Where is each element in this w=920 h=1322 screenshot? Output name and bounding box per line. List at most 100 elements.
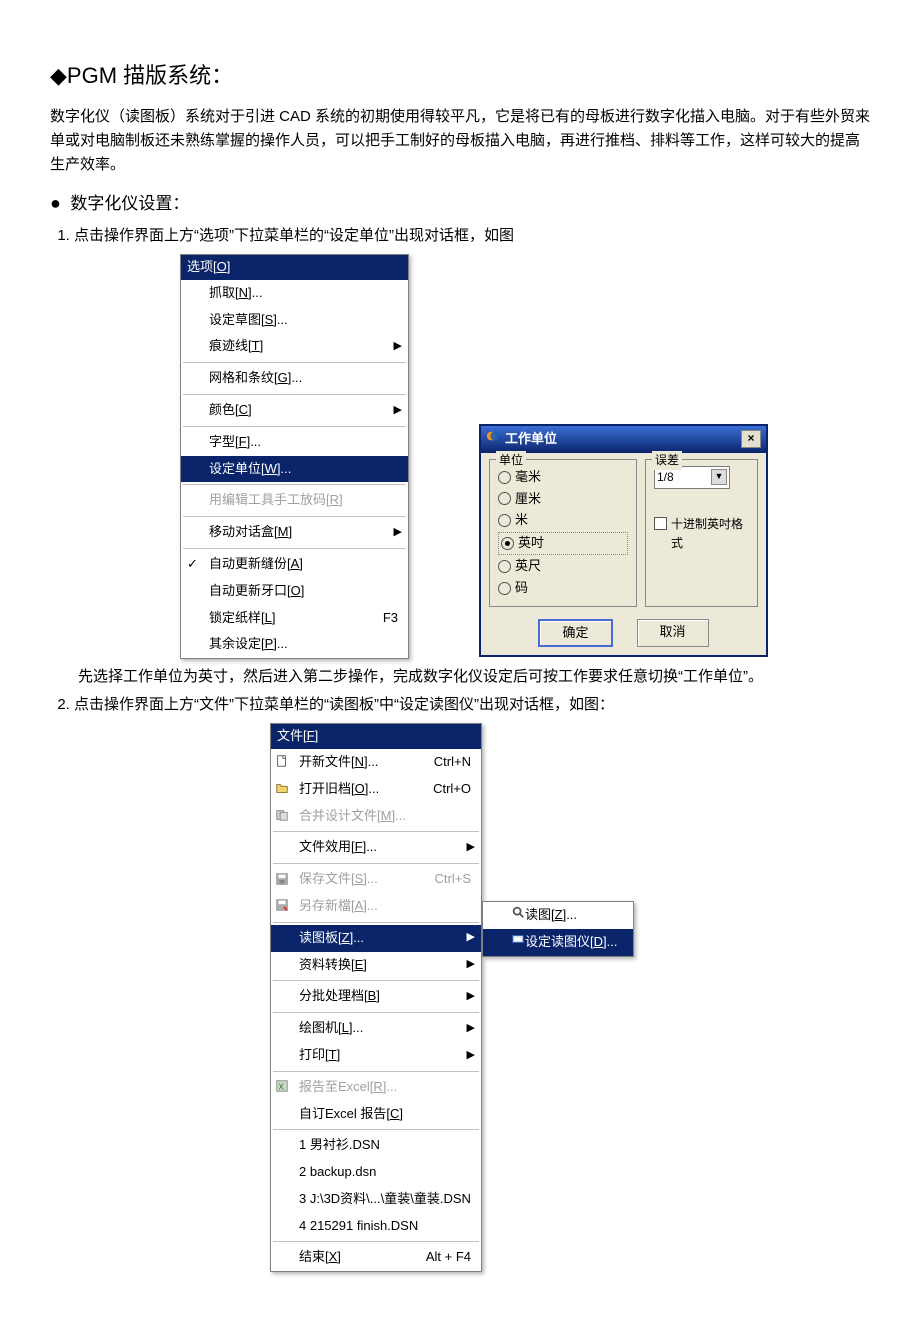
step1-note: 先选择工作单位为英寸，然后进入第二步操作，完成数字化仪设定后可按工作要求任意切换… [78, 665, 870, 689]
menu-item[interactable]: 2 backup.dsn [271, 1159, 481, 1186]
unit-radio[interactable]: 英吋 [498, 532, 628, 555]
menu-item-label: 结束[X] [299, 1247, 341, 1268]
file-menu-title[interactable]: 文件[F] [271, 724, 481, 749]
menu-item-label: 2 backup.dsn [299, 1162, 376, 1183]
menu-item-label: 资料转换[E] [299, 955, 367, 976]
saveas-icon [275, 898, 291, 914]
menu-item[interactable]: 设定单位[W]... [181, 456, 408, 483]
menu-item[interactable]: 分批处理档[B]▶ [271, 983, 481, 1010]
work-unit-dialog: 工作单位 × 单位 毫米厘米米英吋英尺码 误差 1/8 ▼ 十进制英吋格式 [479, 424, 768, 657]
menu-item[interactable]: 移动对话盒[M]▶ [181, 519, 408, 546]
menu-shortcut: Alt + F4 [426, 1247, 471, 1268]
step2: 点击操作界面上方“文件”下拉菜单栏的“读图板”中“设定读图仪”出现对话框，如图： [74, 693, 870, 717]
radio-icon [498, 514, 511, 527]
menu-item[interactable]: 资料转换[E]▶ [271, 952, 481, 979]
menu-item-label: 抓取[N]... [209, 283, 262, 304]
subheading-text: 数字化仪设置： [70, 194, 189, 213]
menu-item[interactable]: 设定草图[S]... [181, 307, 408, 334]
menu-item[interactable]: 4 215291 finish.DSN [271, 1213, 481, 1240]
merge-icon [275, 808, 291, 824]
unit-radio[interactable]: 米 [498, 510, 628, 531]
dialog-icon [486, 429, 500, 450]
menu-item-label: 网格和条纹[G]... [209, 368, 302, 389]
menu-item[interactable]: 痕迹线[T] ▶ [181, 333, 408, 360]
menu-shortcut: F3 [383, 608, 398, 629]
menu-item-label: 自动更新牙口[O] [209, 581, 304, 602]
dialog-titlebar: 工作单位 × [481, 426, 766, 453]
menu-item[interactable]: 打开旧档[O]... Ctrl+O [271, 776, 481, 803]
dialog-title: 工作单位 [505, 429, 557, 450]
check-icon: ✓ [187, 554, 198, 575]
menu-item-label: 另存新檔[A]... [299, 896, 378, 917]
unit-radio[interactable]: 厘米 [498, 489, 628, 510]
close-icon[interactable]: × [741, 430, 761, 448]
menu-item[interactable]: 结束[X] Alt + F4 [271, 1244, 481, 1271]
menu-item-label: 字型[F]... [209, 432, 261, 453]
menu-item[interactable]: 读图板[Z]... ▶ [271, 925, 481, 952]
unit-label: 厘米 [515, 489, 541, 510]
menu-item[interactable]: 绘图机[L]...▶ [271, 1015, 481, 1042]
subheading: ● 数字化仪设置： [50, 189, 870, 218]
menu-item[interactable]: 锁定纸样[L] F3 [181, 605, 408, 632]
digitizer-submenu: 读图[Z]... 设定读图仪[D]... [482, 901, 634, 957]
error-group: 误差 1/8 ▼ 十进制英吋格式 [645, 459, 758, 607]
menu-item-label: 3 J:\3D资料\...\童装\童装.DSN [299, 1189, 471, 1210]
submenu-arrow-icon: ▶ [394, 402, 402, 420]
submenu-arrow-icon: ▶ [467, 839, 475, 857]
menu-item-label: 合并设计文件[M]... [299, 806, 406, 827]
menu-item[interactable]: 自订Excel 报告[C] [271, 1101, 481, 1128]
menu-item: 另存新檔[A]... [271, 893, 481, 920]
menu-item: 保存文件[S]...Ctrl+S [271, 866, 481, 893]
menu-item-label: 读图板[Z]... [299, 928, 364, 949]
checkbox-icon [654, 517, 667, 530]
menu-item[interactable]: 读图[Z]... [483, 902, 633, 929]
read-icon [511, 905, 525, 926]
menu-item[interactable]: 网格和条纹[G]... [181, 365, 408, 392]
menu-item-label: 锁定纸样[L] [209, 608, 275, 629]
unit-radio[interactable]: 码 [498, 578, 628, 599]
menu-item[interactable]: 文件效用[F]... ▶ [271, 834, 481, 861]
menu-item[interactable]: ✓自动更新缝份[A] [181, 551, 408, 578]
menu-shortcut: Ctrl+S [435, 869, 471, 890]
menu-item: 合并设计文件[M]... [271, 803, 481, 830]
intro-paragraph: 数字化仪（读图板）系统对于引进 CAD 系统的初期使用得较平凡，它是将已有的母板… [50, 105, 870, 177]
menu-item-label: 设定单位[W]... [209, 459, 291, 480]
decimal-inch-checkbox[interactable]: 十进制英吋格式 [654, 515, 749, 553]
unit-group-label: 单位 [496, 451, 526, 470]
menu-item[interactable]: 抓取[N]... [181, 280, 408, 307]
menu-item[interactable]: 设定读图仪[D]... [483, 929, 633, 956]
menu-item-label: 移动对话盒[M] [209, 522, 292, 543]
step2-text: 点击操作界面上方“文件”下拉菜单栏的“读图板”中“设定读图仪”出现对话框，如图： [74, 696, 614, 713]
menu-item[interactable]: 其余设定[P]... [181, 631, 408, 658]
menu-item-label: 用编辑工具手工放码[R] [209, 490, 343, 511]
unit-radio[interactable]: 英尺 [498, 556, 628, 577]
ok-button[interactable]: 确定 [538, 619, 612, 648]
options-menu-title[interactable]: 选项[O] [181, 255, 408, 280]
menu-item-label: 开新文件[N]... [299, 752, 378, 773]
menu-item-label: 打印[T] [299, 1045, 340, 1066]
menu-item[interactable]: 字型[F]... [181, 429, 408, 456]
menu-item-label: 读图[Z]... [525, 905, 577, 926]
submenu-arrow-icon: ▶ [467, 1020, 475, 1038]
unit-label: 米 [515, 510, 528, 531]
menu-item-label: 打开旧档[O]... [299, 779, 379, 800]
menu-item[interactable]: 自动更新牙口[O] [181, 578, 408, 605]
menu-item[interactable]: 打印[T]▶ [271, 1042, 481, 1069]
heading: ◆PGM 描版系统： [50, 58, 870, 93]
cancel-button[interactable]: 取消 [637, 619, 709, 648]
menu-item[interactable]: 颜色[C]▶ [181, 397, 408, 424]
menu-shortcut: Ctrl+O [433, 779, 471, 800]
submenu-arrow-icon: ▶ [467, 929, 475, 947]
unit-group: 单位 毫米厘米米英吋英尺码 [489, 459, 637, 607]
submenu-arrow-icon: ▶ [394, 338, 402, 356]
chevron-down-icon[interactable]: ▼ [711, 469, 727, 485]
decimal-inch-label: 十进制英吋格式 [671, 515, 749, 553]
excel-icon: X [275, 1079, 291, 1095]
menu-item: X报告至Excel[R]... [271, 1074, 481, 1101]
menu-item-label: 痕迹线[T] [209, 336, 263, 357]
menu-item[interactable]: 开新文件[N]...Ctrl+N [271, 749, 481, 776]
menu-item-label: 自订Excel 报告[C] [299, 1104, 403, 1125]
menu-item-label: 文件效用[F]... [299, 837, 377, 858]
menu-item[interactable]: 1 男衬衫.DSN [271, 1132, 481, 1159]
menu-item[interactable]: 3 J:\3D资料\...\童装\童装.DSN [271, 1186, 481, 1213]
